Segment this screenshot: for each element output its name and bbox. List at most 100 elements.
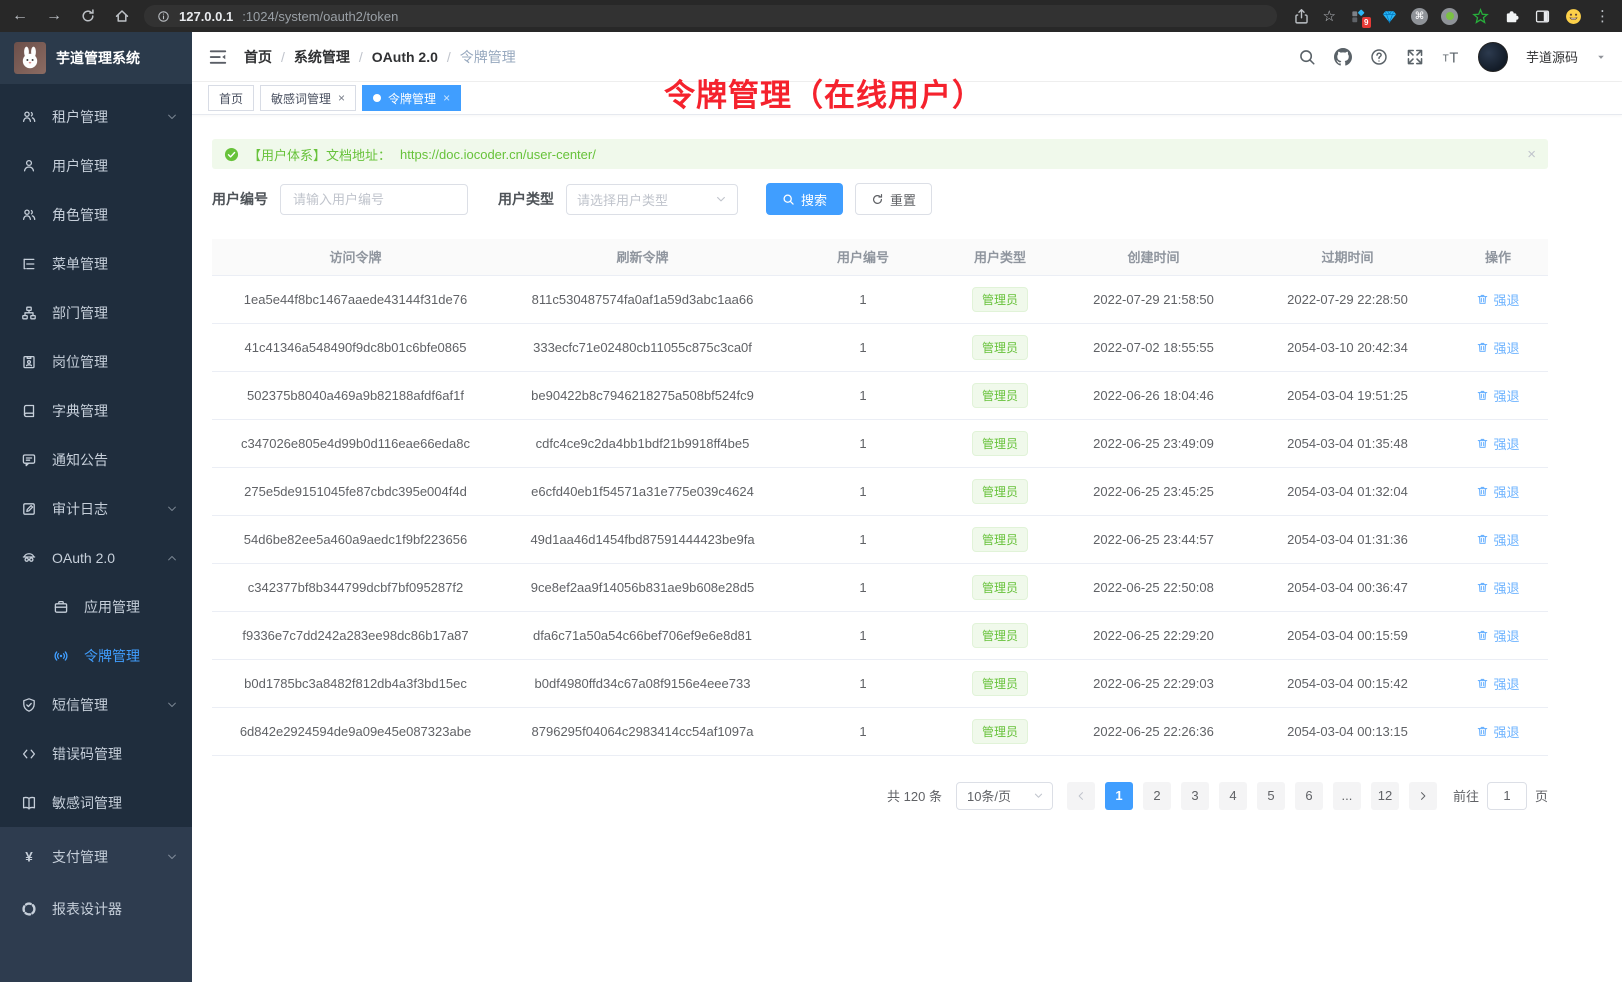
app-logo-row[interactable]: 芋道管理系统 (0, 32, 192, 84)
breadcrumb-item[interactable]: OAuth 2.0 (372, 49, 438, 65)
sensitive-icon (20, 795, 38, 811)
sidebar-item-oauth-app[interactable]: 应用管理 (0, 582, 192, 631)
svg-text:T: T (1443, 53, 1449, 64)
sidebar-item-sensitive[interactable]: 敏感词管理 (0, 778, 192, 827)
home-icon[interactable] (114, 8, 130, 24)
dict-icon (20, 403, 38, 419)
prev-page-button[interactable] (1067, 782, 1095, 810)
refresh-token-cell: be90422b8c7946218275a508bf524fc9 (499, 371, 786, 419)
tab-close-icon[interactable]: × (338, 92, 345, 104)
chevron-down-icon (1033, 790, 1044, 801)
force-logout-button[interactable]: 强退 (1476, 386, 1519, 405)
record-extension-icon[interactable] (1441, 8, 1458, 25)
breadcrumb-item[interactable]: 系统管理 (294, 47, 350, 67)
force-logout-button[interactable]: 强退 (1476, 338, 1519, 357)
font-size-icon[interactable]: TT (1442, 48, 1460, 66)
sidebar-item-errcode[interactable]: 错误码管理 (0, 729, 192, 778)
bookmark-star-icon[interactable]: ☆ (1323, 9, 1336, 24)
force-logout-label: 强退 (1493, 434, 1519, 453)
sidebar-item-post[interactable]: 岗位管理 (0, 337, 192, 386)
sidebar-item-label: 租户管理 (52, 107, 108, 127)
app-title: 芋道管理系统 (56, 48, 140, 68)
sidebar-item-tenant[interactable]: 租户管理 (0, 92, 192, 141)
sidebar-item-notice[interactable]: 通知公告 (0, 435, 192, 484)
alert-doc-link[interactable]: https://doc.iocoder.cn/user-center/ (400, 147, 596, 162)
reset-button[interactable]: 重置 (855, 183, 932, 215)
sidebar-item-report[interactable]: 报表设计器 (0, 883, 192, 935)
command-extension-icon[interactable]: ⌘ (1411, 8, 1428, 25)
caret-down-icon[interactable] (1596, 52, 1606, 62)
reload-icon[interactable] (80, 8, 96, 24)
sidebar-item-dict[interactable]: 字典管理 (0, 386, 192, 435)
collapse-sidebar-icon[interactable] (208, 47, 228, 67)
browser-menu-icon[interactable]: ⋮ (1595, 9, 1610, 24)
forward-icon[interactable]: → (46, 8, 62, 24)
tab-close-icon[interactable]: × (443, 92, 450, 104)
address-bar[interactable]: 127.0.0.1:1024/system/oauth2/token (144, 5, 1277, 27)
breadcrumb-item[interactable]: 首页 (244, 47, 272, 67)
page-button-12[interactable]: 12 (1371, 782, 1399, 810)
sidebar-item-menu[interactable]: 菜单管理 (0, 239, 192, 288)
extension-grid-icon[interactable]: 9 (1349, 7, 1367, 25)
tab-首页[interactable]: 首页 (208, 85, 254, 111)
refresh-token-cell: 811c530487574fa0af1a59d3abc1aa66 (499, 275, 786, 323)
tab-敏感词管理[interactable]: 敏感词管理× (260, 85, 356, 111)
page-button-3[interactable]: 3 (1181, 782, 1209, 810)
github-icon[interactable] (1334, 48, 1352, 66)
emoji-extension-icon[interactable] (1564, 7, 1582, 25)
page-button-4[interactable]: 4 (1219, 782, 1247, 810)
table-header-row: 访问令牌刷新令牌用户编号用户类型创建时间过期时间操作 (212, 239, 1548, 275)
user-type-cell: 管理员 (940, 467, 1060, 515)
column-header: 用户类型 (940, 239, 1060, 275)
force-logout-button[interactable]: 强退 (1476, 482, 1519, 501)
page-button-5[interactable]: 5 (1257, 782, 1285, 810)
sidebar-item-pay[interactable]: ¥支付管理 (0, 831, 192, 883)
user-type-cell: 管理员 (940, 371, 1060, 419)
next-page-button[interactable] (1409, 782, 1437, 810)
force-logout-button[interactable]: 强退 (1476, 530, 1519, 549)
force-logout-button[interactable]: 强退 (1476, 578, 1519, 597)
sidebar-item-dept[interactable]: 部门管理 (0, 288, 192, 337)
gem-extension-icon[interactable] (1380, 7, 1398, 25)
sidebar-item-role[interactable]: 角色管理 (0, 190, 192, 239)
page-button-2[interactable]: 2 (1143, 782, 1171, 810)
force-logout-button[interactable]: 强退 (1476, 290, 1519, 309)
notice-icon (20, 452, 38, 468)
user-name[interactable]: 芋道源码 (1526, 47, 1578, 66)
tab-令牌管理[interactable]: 令牌管理× (362, 85, 461, 111)
sidebar-item-oauth-token[interactable]: 令牌管理 (0, 631, 192, 680)
more-pages-button[interactable]: ... (1333, 782, 1361, 810)
goto-page-input[interactable] (1487, 782, 1527, 810)
share-icon[interactable] (1293, 8, 1310, 25)
star-extension-icon[interactable] (1471, 7, 1489, 25)
info-icon[interactable] (157, 10, 170, 23)
force-logout-button[interactable]: 强退 (1476, 722, 1519, 741)
page-size-select[interactable]: 10条/页 (956, 782, 1053, 810)
back-icon[interactable]: ← (12, 8, 28, 24)
force-logout-button[interactable]: 强退 (1476, 434, 1519, 453)
reset-button-label: 重置 (890, 190, 916, 209)
page-button-6[interactable]: 6 (1295, 782, 1323, 810)
puzzle-extension-icon[interactable] (1502, 7, 1520, 25)
sidebar-item-oauth[interactable]: OAuth 2.0 (0, 533, 192, 582)
search-icon[interactable] (1298, 48, 1316, 66)
sidebar-item-user[interactable]: 用户管理 (0, 141, 192, 190)
user-id-input[interactable] (280, 184, 468, 215)
help-icon[interactable] (1370, 48, 1388, 66)
table-row: 1ea5e44f8bc1467aaede43144f31de76811c5304… (212, 275, 1548, 323)
user-type-badge: 管理员 (972, 479, 1028, 504)
sidebar-item-sms[interactable]: 短信管理 (0, 680, 192, 729)
sidebar-item-audit[interactable]: 审计日志 (0, 484, 192, 533)
user-type-placeholder: 请选择用户类型 (577, 190, 668, 209)
table-row: b0d1785bc3a8482f812db4a3f3bd15ecb0df4980… (212, 659, 1548, 707)
user-avatar[interactable] (1478, 42, 1508, 72)
force-logout-button[interactable]: 强退 (1476, 626, 1519, 645)
user-type-select[interactable]: 请选择用户类型 (566, 184, 738, 215)
refresh-token-cell: dfa6c71a50a54c66bef706ef9e6e8d81 (499, 611, 786, 659)
sidepanel-extension-icon[interactable] (1533, 7, 1551, 25)
page-button-1[interactable]: 1 (1105, 782, 1133, 810)
alert-close-icon[interactable]: × (1527, 139, 1536, 169)
fullscreen-icon[interactable] (1406, 48, 1424, 66)
search-button[interactable]: 搜索 (766, 183, 843, 215)
force-logout-button[interactable]: 强退 (1476, 674, 1519, 693)
